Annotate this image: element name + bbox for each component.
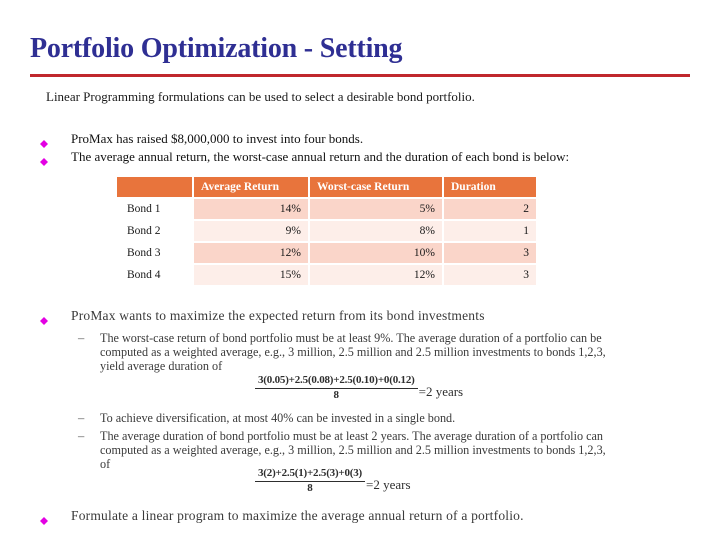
objective-bullet-item: ProMax wants to maximize the expected re… [40, 308, 485, 325]
fraction-numerator: 3(0.05)+2.5(0.08)+2.5(0.10)+0(0.12) [255, 374, 418, 389]
cell-duration: 3 [444, 243, 536, 263]
formula-result: =2 years [418, 384, 464, 400]
diamond-bullet-icon [40, 154, 48, 166]
cell-duration: 1 [444, 221, 536, 241]
sub-bullet-line: of [100, 457, 111, 472]
slide-canvas: utdallas.edu /~metin Page 6 Portfolio Op… [0, 0, 720, 540]
cell-bond-label: Bond 4 [117, 265, 192, 285]
bullet-label: The average annual return, the worst-cas… [71, 149, 570, 164]
cell-worst-case-return: 10% [310, 243, 442, 263]
fraction-denominator: 8 [307, 481, 313, 494]
sub-bullet-line: To achieve diversification, at most 40% … [100, 411, 456, 425]
fraction-denominator: 8 [333, 388, 340, 401]
table-row: Bond 4 15% 12% 3 [117, 265, 536, 285]
fraction-numerator: 3(2)+2.5(1)+2.5(3)+0(3) [255, 467, 366, 482]
column-header-worst-case-return: Worst-case Return [310, 177, 442, 197]
dash-bullet-icon: – [78, 411, 85, 425]
formula-result: =2 years [366, 477, 411, 493]
final-bullet-label: Formulate a linear program to maximize t… [71, 508, 524, 523]
sub-bullet-item: – To achieve diversification, at most 40… [78, 411, 700, 425]
cell-average-return: 15% [194, 265, 308, 285]
cell-bond-label: Bond 3 [117, 243, 192, 263]
fraction: 3(2)+2.5(1)+2.5(3)+0(3) 8 [255, 467, 366, 494]
diamond-bullet-icon [40, 313, 48, 325]
sub-bullet-body: The worst-case return of bond portfolio … [100, 331, 700, 374]
sub-bullet-body: The average duration of bond portfolio m… [100, 429, 700, 472]
cell-duration: 3 [444, 265, 536, 285]
bullet-label: ProMax has raised $8,000,000 to invest i… [71, 131, 364, 146]
corner-stamp: utdallas.edu /~metin Page 6 [668, 0, 720, 66]
table-row: Bond 2 9% 8% 1 [117, 221, 536, 241]
sub-bullet-body: To achieve diversification, at most 40% … [100, 411, 700, 425]
bullet-item: ProMax has raised $8,000,000 to invest i… [40, 131, 364, 148]
final-bullet-item: Formulate a linear program to maximize t… [40, 508, 524, 525]
diamond-bullet-icon [40, 136, 48, 148]
column-header-average-return: Average Return [194, 177, 308, 197]
intro-text: Linear Programming formulations can be u… [46, 89, 475, 104]
diamond-bullet-icon [40, 513, 48, 525]
cell-average-return: 12% [194, 243, 308, 263]
cell-bond-label: Bond 2 [117, 221, 192, 241]
bullet-item: The average annual return, the worst-cas… [40, 149, 570, 166]
sub-bullet-item: – The average duration of bond portfolio… [78, 429, 700, 472]
sub-bullet-line: computed as a weighted average, e.g., 3 … [100, 443, 606, 458]
sub-bullet-line: The average duration of bond portfolio m… [100, 429, 604, 443]
dash-bullet-icon: – [78, 429, 85, 443]
sub-bullet-item: – The worst-case return of bond portfoli… [78, 331, 700, 374]
title-divider [30, 74, 690, 77]
table-row: Bond 1 14% 5% 2 [117, 199, 536, 219]
column-header-blank [117, 177, 192, 197]
objective-bullet-label: ProMax wants to maximize the expected re… [71, 308, 485, 323]
sub-bullet-line: computed as a weighted average, e.g., 3 … [100, 345, 606, 360]
sub-bullet-line: The worst-case return of bond portfolio … [100, 331, 602, 345]
cell-average-return: 9% [194, 221, 308, 241]
cell-average-return: 14% [194, 199, 308, 219]
page-title: Portfolio Optimization - Setting [30, 33, 403, 64]
formula-average-duration: 3(2)+2.5(1)+2.5(3)+0(3) 8 =2 years [255, 467, 411, 494]
dash-bullet-icon: – [78, 331, 85, 345]
table-row: Bond 3 12% 10% 3 [117, 243, 536, 263]
fraction: 3(0.05)+2.5(0.08)+2.5(0.10)+0(0.12) 8 [255, 374, 418, 401]
formula-average-return: 3(0.05)+2.5(0.08)+2.5(0.10)+0(0.12) 8 =2… [255, 374, 464, 401]
cell-worst-case-return: 5% [310, 199, 442, 219]
bond-data-table: Average Return Worst-case Return Duratio… [115, 175, 538, 287]
cell-worst-case-return: 8% [310, 221, 442, 241]
cell-duration: 2 [444, 199, 536, 219]
column-header-duration: Duration [444, 177, 536, 197]
sub-bullet-line: yield average duration of [100, 359, 223, 374]
cell-worst-case-return: 12% [310, 265, 442, 285]
cell-bond-label: Bond 1 [117, 199, 192, 219]
table-header-row: Average Return Worst-case Return Duratio… [117, 177, 536, 197]
